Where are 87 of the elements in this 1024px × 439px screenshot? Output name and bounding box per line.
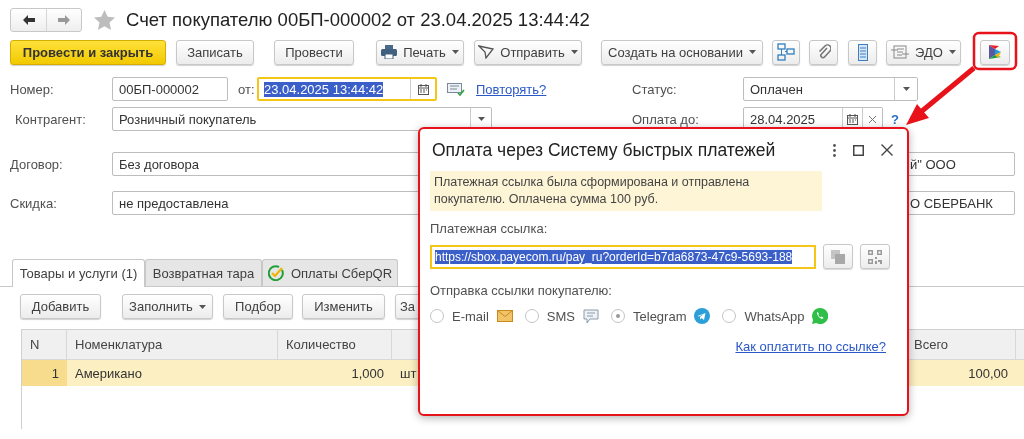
column-header: N (22, 330, 67, 360)
option-label[interactable]: E-mail (452, 308, 489, 324)
option-label[interactable]: SMS (546, 308, 575, 324)
paper-plane-icon (478, 45, 495, 59)
field-label: Отправка ссылки покупателю: (430, 283, 613, 298)
document-exchange-icon (891, 45, 910, 59)
forward-arrow-icon (58, 15, 70, 25)
field-label: Оплата до: (632, 111, 700, 127)
save-button[interactable]: Записать (176, 39, 254, 65)
create-based-on-button[interactable]: Создать на основании (601, 39, 763, 65)
returnable-tab[interactable]: Возвратная тара (145, 259, 262, 286)
sbp-button[interactable] (980, 39, 1010, 65)
check-circle-icon (267, 265, 284, 281)
list-icon (857, 43, 868, 61)
column-header: Количество (278, 330, 392, 360)
table-cell: 100,00 (906, 360, 1016, 386)
copy-button[interactable] (823, 244, 853, 269)
calendar-icon (847, 113, 858, 125)
structure-button[interactable] (772, 39, 800, 65)
sberqr-payments-tab[interactable]: Оплаты СберQR (262, 259, 398, 286)
caret-icon (902, 87, 910, 91)
clear-icon (869, 115, 876, 123)
envelope-icon (496, 310, 513, 322)
printer-icon (381, 45, 398, 59)
date-field[interactable]: 23.04.2025 13:44:42 (257, 77, 437, 101)
column-header: Всего (906, 330, 1016, 360)
telegram-icon (694, 308, 711, 324)
option-label[interactable]: Telegram (633, 308, 687, 324)
star-icon[interactable] (94, 10, 115, 30)
print-button[interactable]: Печать (376, 39, 464, 65)
status-dropdown[interactable]: Оплачен (743, 77, 918, 101)
window-title: Счет покупателю 00БП-000002 от 23.04.2025 13:44:42 (126, 9, 590, 31)
help-link[interactable]: Как оплатить по ссылке? (735, 339, 886, 354)
caret-icon (477, 117, 485, 121)
fill-button[interactable]: Заполнить (122, 294, 213, 319)
post-and-close-button[interactable]: Провести и закрыть (10, 39, 166, 65)
field-label: Скидка: (10, 195, 58, 211)
highlight-frame (972, 31, 1018, 71)
edo-button[interactable]: ЭДО (886, 39, 961, 65)
field-label: Платежная ссылка: (430, 221, 549, 236)
number-field[interactable]: 00БП-000002 (112, 77, 228, 101)
maximize-icon[interactable] (853, 144, 864, 156)
qr-code-icon (868, 249, 882, 264)
structure-icon (777, 43, 795, 61)
radio-button[interactable] (524, 309, 539, 323)
radio-button[interactable] (722, 309, 737, 323)
more-icon[interactable] (833, 143, 836, 157)
table-cell: 1,000 (278, 360, 392, 386)
sbp-logo-icon (988, 44, 1002, 60)
field-label: Номер: (10, 81, 55, 97)
radio-button[interactable] (430, 309, 444, 323)
table-cell: 1 (22, 360, 67, 386)
radio-button[interactable] (611, 309, 625, 323)
post-button[interactable]: Провести (274, 39, 354, 65)
add-button[interactable]: Добавить (20, 294, 101, 319)
close-icon[interactable] (881, 144, 893, 156)
document-check-icon[interactable] (447, 82, 465, 96)
chat-bubble-icon (583, 308, 599, 324)
info-message: Платежная ссылка была сформирована и отправлена покупателю. Оплачена сумма 100 руб. (430, 171, 822, 211)
payment-link-field[interactable]: https://sbox.payecom.ru/pay_ru?orderId=b7da6873-47c9-5693-188 (430, 244, 816, 269)
field-label: Договор: (10, 156, 64, 172)
field-label: от: (238, 81, 256, 97)
counterparty-field[interactable]: Розничный покупатель (112, 107, 492, 131)
goods-tab[interactable]: Товары и услуги (1) (12, 259, 145, 287)
copy-icon (831, 249, 845, 264)
field-label: Контрагент: (14, 111, 87, 127)
repeat-link[interactable]: Повторять? (476, 81, 547, 97)
caret-icon (451, 50, 459, 54)
caret-icon (570, 50, 578, 54)
calendar-icon (417, 83, 429, 95)
field-label: Статус: (632, 81, 678, 97)
qr-code-button[interactable] (860, 244, 890, 269)
back-arrow-icon (22, 15, 35, 25)
caret-icon (748, 50, 756, 54)
help-link[interactable]: ? (891, 111, 899, 127)
whatsapp-icon (812, 308, 829, 324)
caret-icon (948, 50, 956, 54)
column-header: Номенклатура (67, 330, 278, 360)
pick-button[interactable]: Подбор (223, 294, 293, 319)
option-label[interactable]: WhatsApp (744, 308, 805, 324)
send-button[interactable]: Отправить (474, 39, 582, 65)
paperclip-icon (816, 44, 831, 60)
edit-button[interactable]: Изменить (302, 294, 385, 319)
table-cell: Американо (67, 360, 278, 386)
annotation-arrow (906, 66, 976, 125)
caret-icon (198, 304, 206, 309)
attach-file-button[interactable] (809, 39, 838, 65)
